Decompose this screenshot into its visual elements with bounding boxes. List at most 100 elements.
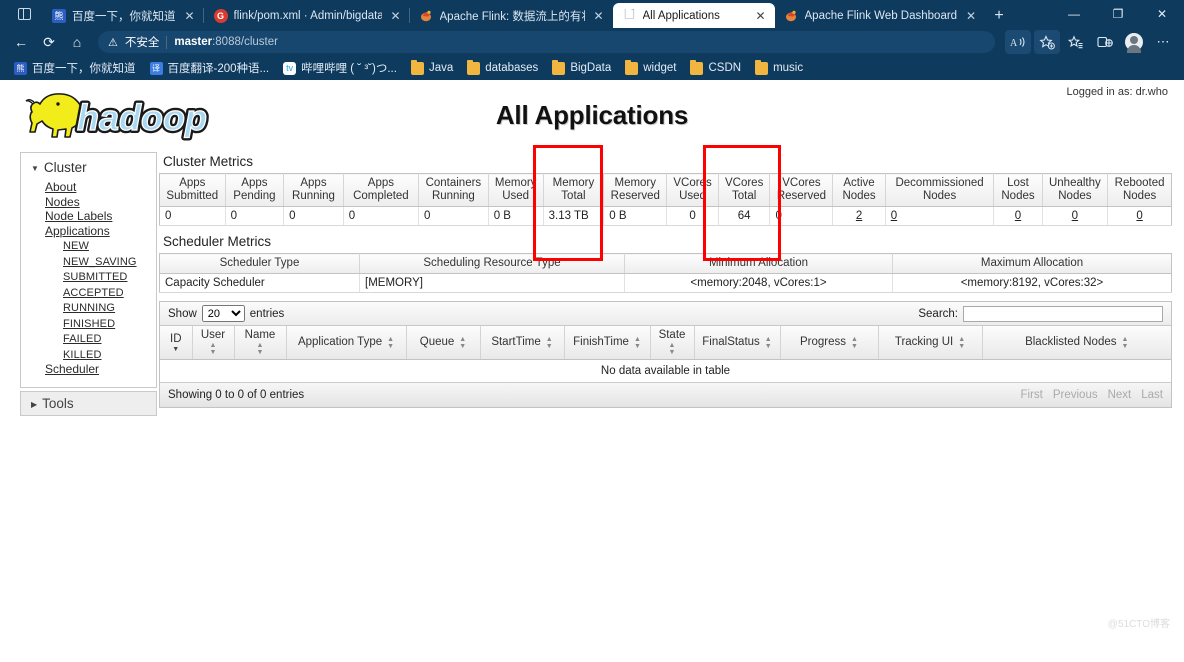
bookmark-item[interactable]: tv哔哩哔哩 ( ˘ ³˘)つ... bbox=[277, 58, 403, 78]
home-button[interactable]: ⌂ bbox=[64, 30, 90, 54]
tab-close-icon[interactable]: ✕ bbox=[753, 8, 769, 24]
col-apps-pending: Apps Pending bbox=[225, 174, 284, 207]
th-finishtime[interactable]: FinishTime▲▼ bbox=[564, 326, 650, 360]
bookmark-item[interactable]: Java bbox=[405, 60, 459, 77]
insecure-label: 不安全 bbox=[125, 34, 160, 50]
val-apps-pending: 0 bbox=[225, 207, 284, 226]
th-tracking-ui[interactable]: Tracking UI▲▼ bbox=[878, 326, 982, 360]
pagination-next[interactable]: Next bbox=[1108, 389, 1132, 401]
window-maximize-button[interactable]: ❐ bbox=[1096, 0, 1140, 28]
browser-tab-2[interactable]: Apache Flink: 数据流上的有状态 ✕ bbox=[410, 3, 613, 28]
fanyi-icon: 译 bbox=[150, 62, 163, 75]
sidebar-item-node-labels[interactable]: Node Labels bbox=[45, 209, 112, 223]
settings-and-more-icon[interactable]: ⋯ bbox=[1150, 30, 1176, 54]
sidebar-section-cluster[interactable]: ▼Cluster bbox=[27, 157, 150, 180]
sidebar-item-failed[interactable]: FAILED bbox=[63, 333, 102, 345]
th-progress[interactable]: Progress▲▼ bbox=[780, 326, 878, 360]
browser-tab-3[interactable]: 🗋 All Applications ✕ bbox=[613, 3, 775, 28]
search-input[interactable] bbox=[963, 306, 1163, 322]
applications-datatable: Show 20406080100 entries Search: bbox=[159, 301, 1172, 408]
th-label: StartTime bbox=[491, 336, 540, 349]
bookmark-label: 百度翻译-200种语... bbox=[168, 60, 270, 76]
decommissioned-nodes-link[interactable]: 0 bbox=[891, 210, 897, 222]
sidebar-item-new-saving[interactable]: NEW_SAVING bbox=[63, 256, 137, 268]
new-tab-button[interactable]: + bbox=[985, 3, 1013, 28]
sidebar-item-killed[interactable]: KILLED bbox=[63, 349, 102, 361]
col-lost-nodes: Lost Nodes bbox=[994, 174, 1042, 207]
th-label: Tracking UI bbox=[895, 336, 953, 349]
sidebar-item-applications[interactable]: Applications bbox=[45, 224, 110, 238]
val-scheduler-type: Capacity Scheduler bbox=[160, 274, 360, 293]
window-minimize-button[interactable]: — bbox=[1052, 0, 1096, 28]
sidebar-item-running[interactable]: RUNNING bbox=[63, 302, 115, 314]
collections-icon[interactable] bbox=[1063, 30, 1089, 54]
page-size-select[interactable]: 20406080100 bbox=[202, 305, 245, 322]
tab-title: 百度一下，你就知道 bbox=[72, 8, 176, 24]
sidebar-item-accepted[interactable]: ACCEPTED bbox=[63, 287, 124, 299]
application-state-links: NEW NEW_SAVING SUBMITTED ACCEPTED RUNNIN… bbox=[45, 238, 150, 362]
val-decommissioned-nodes: 0 bbox=[885, 207, 994, 226]
sidebar-item-scheduler[interactable]: Scheduler bbox=[45, 362, 99, 376]
tab-close-icon[interactable]: ✕ bbox=[963, 8, 979, 24]
th-starttime[interactable]: StartTime ▲▼ bbox=[480, 326, 564, 360]
bookmark-item[interactable]: BigData bbox=[546, 60, 617, 77]
bookmark-item[interactable]: 译百度翻译-200种语... bbox=[144, 58, 276, 78]
th-id[interactable]: ID▼ bbox=[160, 326, 192, 360]
add-favorite-icon[interactable] bbox=[1034, 30, 1060, 54]
bookmark-label: widget bbox=[643, 62, 676, 74]
active-nodes-link[interactable]: 2 bbox=[856, 210, 862, 222]
th-finalstatus[interactable]: FinalStatus▲▼ bbox=[694, 326, 780, 360]
bookmark-item[interactable]: widget bbox=[619, 60, 682, 77]
th-label: Progress bbox=[800, 336, 846, 349]
sidebar-item-new[interactable]: NEW bbox=[63, 240, 89, 252]
browser-tab-4[interactable]: Apache Flink Web Dashboard ✕ bbox=[775, 3, 986, 28]
window-close-button[interactable]: ✕ bbox=[1140, 0, 1184, 28]
list-item: Scheduler bbox=[45, 362, 150, 377]
datatable-footer: Showing 0 to 0 of 0 entries First Previo… bbox=[160, 383, 1171, 407]
tab-actions-button[interactable] bbox=[6, 0, 42, 28]
th-queue[interactable]: Queue▲▼ bbox=[406, 326, 480, 360]
sort-icon: ▲▼ bbox=[669, 342, 676, 356]
back-button[interactable]: ← bbox=[8, 30, 34, 54]
tab-close-icon[interactable]: ✕ bbox=[591, 8, 607, 24]
sidebar-item-about[interactable]: About bbox=[45, 180, 76, 194]
profile-avatar[interactable] bbox=[1121, 30, 1147, 54]
bookmark-item[interactable]: CSDN bbox=[684, 60, 747, 77]
pagination-previous[interactable]: Previous bbox=[1053, 389, 1098, 401]
col-decommissioned-nodes: Decommissioned Nodes bbox=[885, 174, 994, 207]
pagination-first[interactable]: First bbox=[1020, 389, 1042, 401]
th-label: ID bbox=[170, 333, 182, 346]
bookmark-item[interactable]: music bbox=[749, 60, 809, 77]
reload-button[interactable]: ⟳ bbox=[36, 30, 62, 54]
browser-tab-1[interactable]: G flink/pom.xml · Admin/bigdata1 ✕ bbox=[204, 3, 410, 28]
tab-close-icon[interactable]: ✕ bbox=[388, 8, 404, 24]
sort-icon: ▲▼ bbox=[546, 336, 553, 350]
tab-strip: 熊 百度一下，你就知道 ✕ G flink/pom.xml · Admin/bi… bbox=[0, 0, 1184, 28]
bookmark-item[interactable]: 熊百度一下，你就知道 bbox=[8, 58, 142, 78]
list-item: FAILED bbox=[63, 331, 150, 347]
sidebar-item-nodes[interactable]: Nodes bbox=[45, 195, 80, 209]
tools-nav-box[interactable]: ▶Tools bbox=[20, 391, 157, 416]
browser-tab-0[interactable]: 熊 百度一下，你就知道 ✕ bbox=[42, 3, 204, 28]
read-aloud-icon[interactable]: A bbox=[1005, 30, 1031, 54]
unhealthy-nodes-link[interactable]: 0 bbox=[1072, 210, 1078, 222]
col-memory-total: Memory Total bbox=[543, 174, 604, 207]
th-blacklisted-nodes[interactable]: Blacklisted Nodes▲▼ bbox=[982, 326, 1171, 360]
sidebar-item-finished[interactable]: FINISHED bbox=[63, 318, 115, 330]
rebooted-nodes-link[interactable]: 0 bbox=[1136, 210, 1142, 222]
th-state[interactable]: State▲▼ bbox=[650, 326, 694, 360]
th-user[interactable]: User▲▼ bbox=[192, 326, 234, 360]
bookmark-item[interactable]: databases bbox=[461, 60, 544, 77]
tab-close-icon[interactable]: ✕ bbox=[182, 8, 198, 24]
lost-nodes-link[interactable]: 0 bbox=[1015, 210, 1021, 222]
sidebar-item-submitted[interactable]: SUBMITTED bbox=[63, 271, 127, 283]
address-bar[interactable]: ⚠ 不安全 master:8088/cluster bbox=[98, 31, 995, 53]
val-vcores-total: 64 bbox=[718, 207, 770, 226]
pagination-last[interactable]: Last bbox=[1141, 389, 1163, 401]
split-screen-icon[interactable] bbox=[1092, 30, 1118, 54]
th-name[interactable]: Name▲▼ bbox=[234, 326, 286, 360]
col-vcores-total: VCores Total bbox=[718, 174, 770, 207]
sidebar-section-tools[interactable]: ▶Tools bbox=[27, 395, 150, 412]
val-maximum-allocation: <memory:8192, vCores:32> bbox=[893, 274, 1172, 293]
th-application-type[interactable]: Application Type▲▼ bbox=[286, 326, 406, 360]
